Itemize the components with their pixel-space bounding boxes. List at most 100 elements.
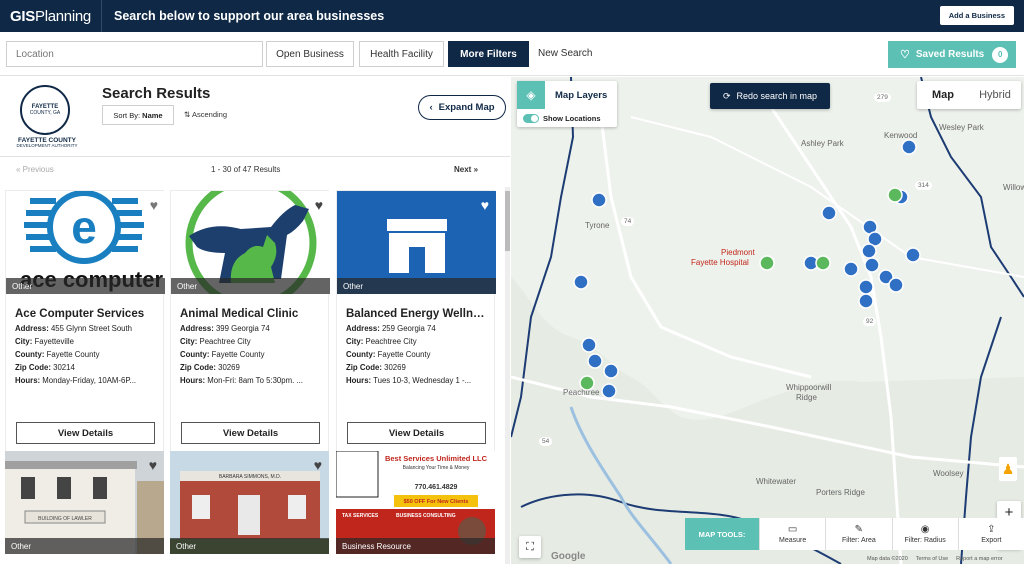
business-logo: Other ♥: [171, 191, 330, 294]
view-details-button[interactable]: View Details: [347, 422, 486, 444]
flyer-col2: BUSINESS CONSULTING: [396, 513, 456, 519]
redo-search-button[interactable]: ⟳ Redo search in map: [710, 83, 830, 109]
category-tag: Other: [6, 278, 165, 294]
results-header: FAYETTE COUNTY, GA FAYETTE COUNTY DEVELOP…: [0, 77, 510, 157]
category-tag: Other: [5, 538, 164, 554]
map-pin-icon: [864, 257, 880, 273]
favorite-heart-icon[interactable]: ♥: [150, 198, 158, 212]
seal-subtext: COUNTY, GA: [29, 110, 61, 116]
map-pins[interactable]: [511, 77, 1024, 564]
fayette-county-seal: FAYETTE COUNTY, GA: [20, 85, 70, 135]
county-row: County: Fayette County: [15, 350, 100, 359]
zip-row: Zip Code: 30269: [180, 363, 240, 372]
previous-page-button[interactable]: « Previous: [16, 165, 54, 174]
hours-row: Hours: Monday-Friday, 10AM-6P...: [15, 376, 137, 385]
result-card: BARBARA SIMMONS, M.D. Other ♥: [170, 451, 329, 564]
more-filters-button[interactable]: More Filters: [448, 41, 529, 67]
tagline: Search below to support our area busines…: [114, 9, 385, 23]
layers-icon[interactable]: ◈: [517, 81, 545, 109]
report-error-link[interactable]: Report a map error: [956, 556, 1002, 562]
map-layers-button[interactable]: Map Layers: [555, 90, 607, 101]
open-business-button[interactable]: Open Business: [266, 41, 354, 67]
business-logo: Other ♥: [337, 191, 496, 294]
saved-results-button[interactable]: ♡ Saved Results 0: [888, 41, 1016, 68]
terms-link[interactable]: Terms of Use: [916, 556, 948, 562]
add-business-button[interactable]: Add a Business: [939, 6, 1014, 25]
toggle-switch[interactable]: [523, 114, 539, 123]
business-photo: BUILDING OF LAWLER Other ♥: [5, 451, 164, 554]
business-logo: e ace computer Other ♥: [6, 191, 165, 294]
map-layers-panel: ◈ Map Layers Show Locations: [517, 81, 617, 127]
favorite-heart-icon[interactable]: ♥: [480, 458, 488, 472]
sort-order-toggle[interactable]: ⇅ Ascending: [184, 110, 227, 119]
pegman-icon[interactable]: ♟: [999, 457, 1017, 481]
business-name[interactable]: Balanced Energy Wellness: [346, 308, 485, 320]
business-name[interactable]: Ace Computer Services: [15, 308, 154, 320]
flyer-offer: $50 OFF For New Clients: [404, 499, 469, 505]
city-row: City: Peachtree City: [346, 337, 417, 346]
building-sign-text: BUILDING OF LAWLER: [38, 516, 92, 522]
tab-hybrid[interactable]: Hybrid: [969, 81, 1021, 109]
saved-results-label: Saved Results: [915, 49, 985, 60]
zip-row: Zip Code: 30269: [346, 363, 406, 372]
area-icon: ✎: [854, 524, 864, 535]
address-row: Address: 259 Georgia 74: [346, 324, 436, 333]
top-bar: GIS Planning Search below to support our …: [0, 0, 1024, 32]
address-row: Address: 455 Glynn Street South: [15, 324, 133, 333]
new-search-link[interactable]: New Search: [538, 48, 592, 59]
city-row: City: Peachtree City: [180, 337, 251, 346]
view-details-button[interactable]: View Details: [181, 422, 320, 444]
building-sign-text: BARBARA SIMMONS, M.D.: [219, 474, 281, 480]
favorite-heart-icon[interactable]: ♥: [314, 458, 322, 472]
business-name[interactable]: Animal Medical Clinic: [180, 308, 319, 320]
filter-radius-button[interactable]: ◉ Filter: Radius: [891, 518, 958, 550]
map-pin-icon: [905, 247, 921, 263]
result-card: Other ♥ Animal Medical Clinic Address: 3…: [170, 190, 330, 462]
favorite-heart-icon[interactable]: ♥: [149, 458, 157, 472]
next-page-button[interactable]: Next »: [454, 165, 478, 174]
health-facility-button[interactable]: Health Facility: [359, 41, 444, 67]
measure-tool-button[interactable]: ▭ Measure: [759, 518, 825, 550]
view-details-button[interactable]: View Details: [16, 422, 155, 444]
map-tools-bar: MAP TOOLS: ▭ Measure ✎ Filter: Area ◉ Filte…: [685, 518, 1024, 550]
map-pin-health-icon: [815, 255, 831, 271]
favorite-heart-icon[interactable]: ♥: [315, 198, 323, 212]
sort-by-select[interactable]: Sort By: Name: [102, 105, 174, 125]
map-pin-icon: [861, 243, 877, 259]
flyer-title: Best Services Unlimited LLC: [385, 454, 488, 463]
pagination: « Previous 1 - 30 of 47 Results Next »: [0, 159, 510, 181]
map-pin-icon: [843, 261, 859, 277]
sort-icon: ⇅: [184, 110, 191, 119]
show-locations-toggle[interactable]: Show Locations: [523, 114, 601, 123]
map-pin-icon: [591, 192, 607, 208]
favorite-heart-icon[interactable]: ♥: [481, 198, 489, 212]
map-pin-icon: [601, 383, 617, 399]
ruler-icon: ▭: [787, 524, 798, 535]
business-flyer: Best Services Unlimited LLC Balancing Yo…: [336, 451, 495, 554]
map-pin-icon: [581, 337, 597, 353]
fullscreen-icon[interactable]: ⛶: [519, 536, 541, 558]
city-row: City: Fayetteville: [15, 337, 74, 346]
gis-planning-logo[interactable]: GIS Planning: [0, 0, 102, 32]
expand-map-button[interactable]: ‹ Expand Map: [418, 95, 506, 120]
flyer-subtitle: Balancing Your Time & Money: [403, 465, 470, 471]
map-pin-icon: [821, 205, 837, 221]
export-button[interactable]: ⇪ Export: [957, 518, 1024, 550]
business-photo: BARBARA SIMMONS, M.D. Other ♥: [170, 451, 329, 554]
map-panel[interactable]: Ashley Park Kenwood Wesley Park Willow T…: [511, 77, 1024, 564]
map-pin-icon: [587, 353, 603, 369]
page-title: Search Results: [102, 85, 211, 102]
results-count: 1 - 30 of 47 Results: [211, 165, 281, 174]
category-tag: Other: [337, 278, 496, 294]
map-pin-icon: [901, 139, 917, 155]
filter-bar: Open Business Health Facility More Filte…: [0, 32, 1024, 76]
flyer-phone: 770.461.4829: [415, 484, 458, 491]
location-input[interactable]: [6, 41, 263, 67]
radius-icon: ◉: [920, 524, 930, 535]
filter-area-button[interactable]: ✎ Filter: Area: [825, 518, 891, 550]
result-card: Other ♥ Balanced Energy Wellness Address…: [336, 190, 496, 462]
map-data-credit: Map data ©2020: [867, 556, 908, 562]
tab-map[interactable]: Map: [917, 81, 969, 109]
flyer-col1: TAX SERVICES: [342, 513, 379, 519]
results-scrollbar[interactable]: [505, 187, 510, 564]
